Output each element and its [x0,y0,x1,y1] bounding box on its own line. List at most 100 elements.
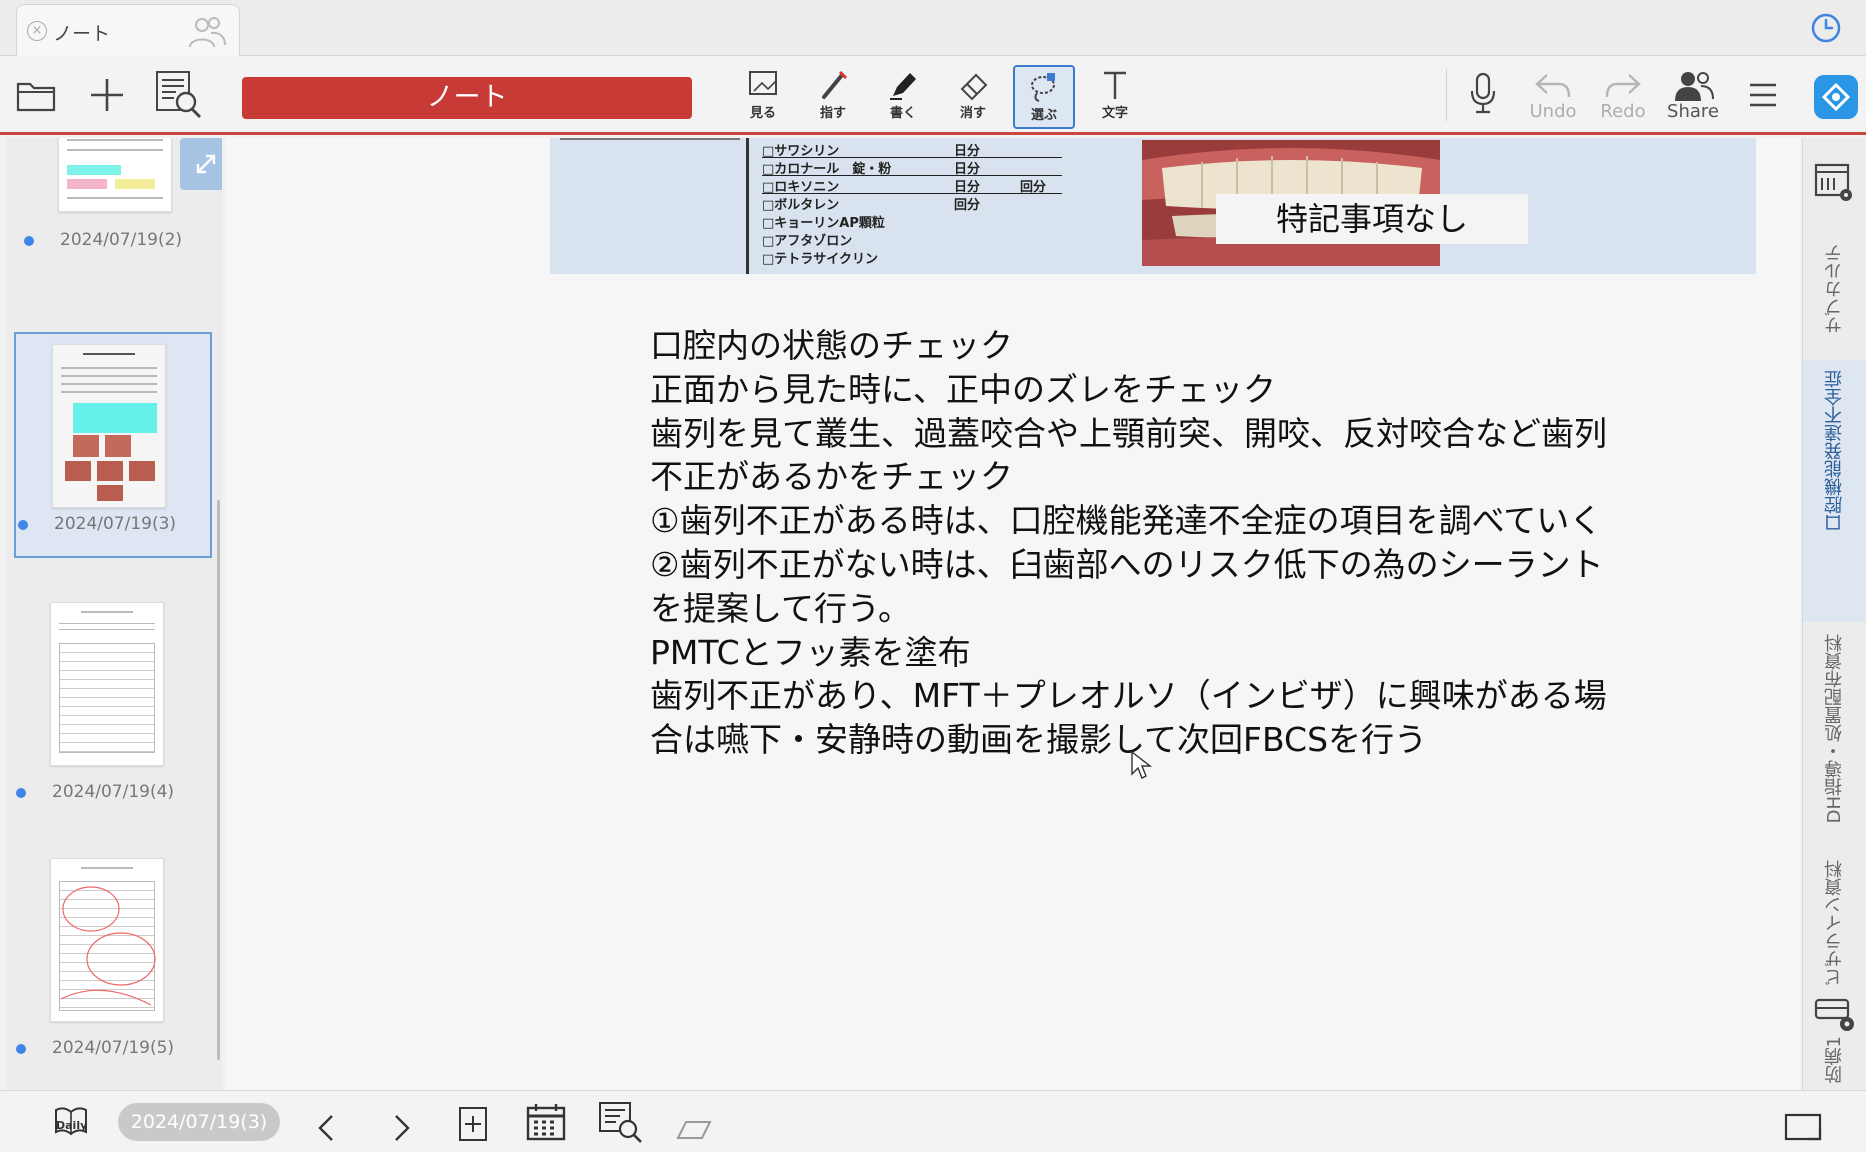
bottom-navigation-bar: Daily 2024/07/19(3) [0,1090,1866,1152]
embedded-document-strip: □サワシリン 日分 □カロナール 錠・粉 日分 □ロキソニン 日分 回分 □ボルタレン回… [550,138,1756,274]
tab-title: ノート [53,23,111,45]
sidebar-scrollbar[interactable] [217,500,220,1060]
rail-tab-label: 防病1 [1824,1036,1845,1084]
tab-strip: × ノート [0,0,1866,56]
previous-page-chevron-icon[interactable] [314,1107,338,1149]
special-note-box: 特記事項なし [1216,194,1528,244]
calendar-icon[interactable] [526,1101,566,1143]
unread-dot [24,236,34,246]
current-page-date-pill[interactable]: 2024/07/19(3) [118,1103,280,1141]
eraser-shape-icon[interactable] [676,1109,712,1151]
text-icon [1104,71,1126,99]
open-folder-button[interactable] [8,67,64,123]
page-date-label: 2024/07/19(4) [52,782,175,802]
page-date-label: 2024/07/19(2) [60,230,183,250]
erase-mode-button[interactable]: 消す [942,65,1004,129]
share-button[interactable]: Share [1662,65,1724,129]
page-thumbnail-image [52,344,166,508]
rail-tab-oral-function[interactable]: 口腔機能発達不全症 [1803,360,1866,622]
tab-close-icon[interactable]: × [27,21,47,41]
eraser-icon [960,73,988,101]
page-thumbnail-image [58,138,172,212]
app-logo-icon[interactable] [1814,75,1858,119]
view-mode-label: 見る [749,106,776,121]
toolbar-separator [1446,69,1447,121]
main-toolbar: ノート 見る 指す 書く 消す 選ぶ 文字 Undo Redo Share [0,57,1866,135]
app-window: × ノート ノート 見る 指す 書く 消す 選ぶ 文字 Undo Redo Sh… [0,0,1866,1152]
unread-dot [18,520,28,530]
medication-row: □サワシリン 日分 [762,140,1062,159]
document-divider [746,138,749,274]
laser-pointer-icon [822,70,848,99]
next-page-chevron-icon[interactable] [390,1107,414,1149]
rail-tab-dh-guidance[interactable]: DH指導・処置配布資料 [1803,626,1866,840]
handwritten-note-text[interactable]: 口腔内の状態のチェック 正面から見た時に、正中のズレをチェック 歯列を見て叢生、… [650,324,1607,762]
redo-label: Redo [1600,101,1646,122]
page-date-label: 2024/07/19(3) [54,514,177,534]
medication-row: □ロキソニン 日分 回分 [762,176,1062,195]
pointer-mode-button[interactable]: 指す [802,65,864,129]
page-settings-icon[interactable] [1813,162,1853,204]
page-thumbnail-item[interactable]: 2024/07/19(2) [14,138,222,334]
page-thumbnail-image [50,858,164,1022]
rail-tab-subchart[interactable]: サブカルテ [1803,234,1866,364]
shared-users-icon[interactable] [187,15,227,49]
medication-row: □カロナール 錠・粉 日分 [762,158,1062,177]
text-mode-button[interactable]: 文字 [1084,65,1146,129]
note-line: 歯列不正があり、MFT＋プレオルソ（インビザ）に興味がある場 [650,676,1607,716]
page-thumbnail-item[interactable]: 2024/07/19(4) [14,592,212,818]
add-page-icon[interactable] [458,1103,488,1145]
expand-sidebar-button[interactable] [180,138,222,190]
fullscreen-toggle-icon[interactable] [1784,1107,1824,1149]
expand-arrows-icon [196,154,216,174]
voice-record-button[interactable] [1452,65,1514,129]
rail-tab-label: 口腔機能発達不全症 [1824,370,1845,532]
select-mode-label: 選ぶ [1030,108,1057,123]
microphone-icon [1470,72,1496,114]
unread-dot [16,1044,26,1054]
history-clock-icon[interactable] [1810,12,1842,44]
note-line: 歯列を見て叢生、過蓋咬合や上顎前突、開咬、反対咬合など歯列 [650,413,1607,453]
hamburger-menu-icon[interactable] [1748,81,1778,109]
rail-tab-prevention[interactable]: 防病1 [1803,1036,1866,1090]
section-tab-rail: サブカルテ 口腔機能発達不全症 DH指導・処置配布資料 ビザライン資料 防病1 [1802,138,1866,1090]
write-mode-button[interactable]: 書く [872,65,934,129]
medication-row: □アフタゾロン [762,234,853,249]
note-line: ①歯列不正がある時は、口腔機能発達不全症の項目を調べていく [650,501,1603,541]
note-line: 正面から見た時に、正中のズレをチェック [650,369,1277,409]
rail-tab-label: DH指導・処置配布資料 [1824,634,1845,824]
unread-dot [16,788,26,798]
page-search-icon[interactable] [598,1101,644,1143]
search-notes-button[interactable] [150,67,206,123]
medication-row: □キョーリンAP顆粒 [762,216,885,231]
folder-icon [16,82,56,112]
rail-tab-invisalign[interactable]: ビザライン資料 [1803,852,1866,992]
note-canvas[interactable]: □サワシリン 日分 □カロナール 錠・粉 日分 □ロキソニン 日分 回分 □ボルタレン回… [226,138,1800,1090]
redo-button[interactable]: Redo [1592,65,1654,129]
pen-icon [890,73,916,100]
page-thumbnail-item[interactable]: 2024/07/19(5) [14,848,212,1074]
tab-settings-icon[interactable] [1813,994,1855,1034]
view-mode-button[interactable]: 見る [732,65,794,129]
undo-arrow-icon [1535,74,1571,98]
page-thumbnail-sidebar: 2024/07/19(2) 2024/07/19(3) 2024/07/19(4… [6,138,222,1090]
rail-tab-label: ビザライン資料 [1824,860,1845,986]
note-line: ②歯列不正がない時は、臼歯部へのリスク低下の為のシーラント [650,544,1604,584]
undo-label: Undo [1529,101,1577,122]
medication-row: □テトラサイクリン [762,252,879,267]
note-line: 合は嚥下・安静時の動画を撮影して次回FBCSを行う [650,720,1428,760]
share-label: Share [1667,101,1719,122]
page-date-label: 2024/07/19(5) [52,1038,175,1058]
add-note-button[interactable] [79,67,135,123]
page-thumbnail-item-selected[interactable]: 2024/07/19(3) [14,332,212,558]
lasso-select-icon [1031,73,1055,102]
select-mode-button[interactable]: 選ぶ [1013,65,1075,129]
notebook-selector-button[interactable]: ノート [242,77,692,119]
rail-tab-label: サブカルテ [1824,244,1845,334]
write-mode-label: 書く [889,106,916,121]
note-tab[interactable]: × ノート [16,4,240,56]
undo-button[interactable]: Undo [1522,65,1584,129]
medication-list: □サワシリン 日分 □カロナール 錠・粉 日分 □ロキソニン 日分 回分 □ボルタレン回… [762,140,1062,267]
note-line: PMTCとフッ素を塗布 [650,632,971,672]
plus-icon [91,79,123,111]
